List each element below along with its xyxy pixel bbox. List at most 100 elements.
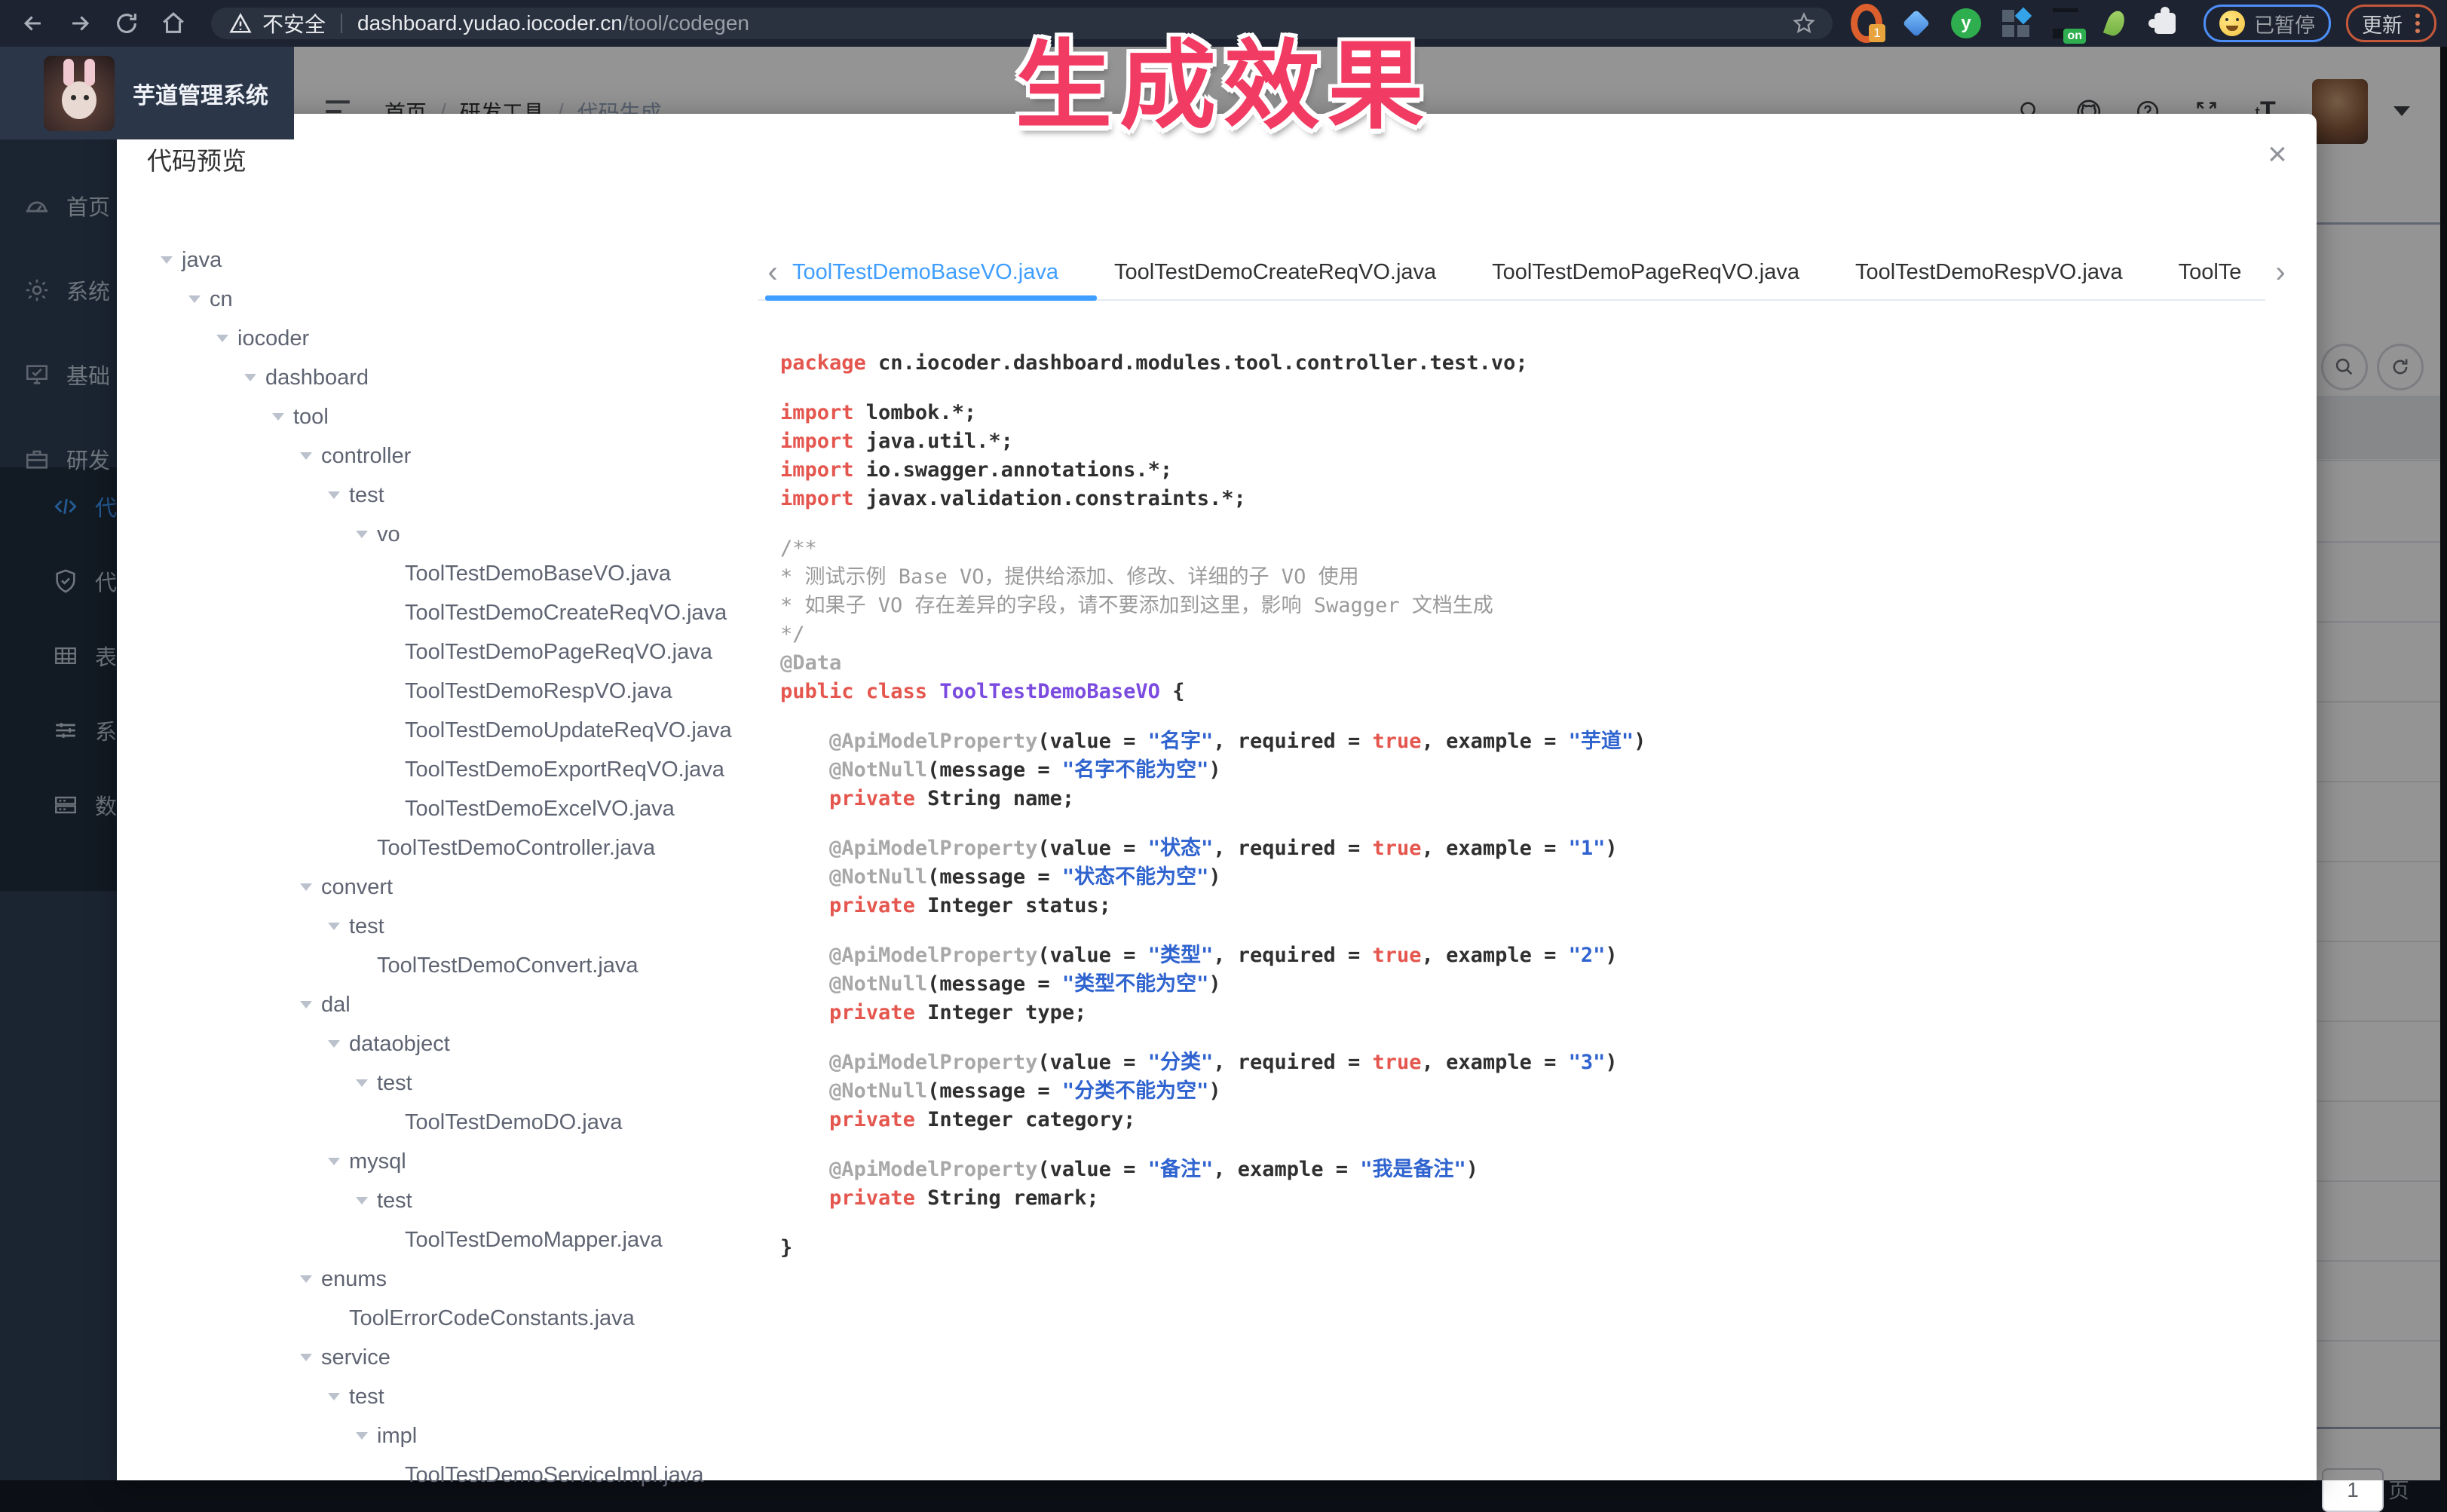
tree-node-label: test <box>349 483 384 508</box>
tree-expand-caret-icon[interactable] <box>328 1158 340 1165</box>
tree-expand-caret-icon[interactable] <box>300 1275 312 1283</box>
tree-expand-caret-icon[interactable] <box>244 374 256 381</box>
code-token <box>780 944 829 967</box>
code-line: @ApiModelProperty(value = "备注", example … <box>780 1155 2258 1184</box>
tree-folder[interactable]: vo <box>356 515 400 554</box>
window-edge-strip <box>2440 47 2447 1480</box>
tree-folder[interactable]: tool <box>272 397 329 436</box>
tree-folder[interactable]: mysql <box>328 1142 406 1181</box>
code-token: private <box>829 787 915 810</box>
tree-folder[interactable]: test <box>356 1181 412 1220</box>
tree-expand-caret-icon[interactable] <box>356 531 368 538</box>
tree-file[interactable]: ToolTestDemoPageReqVO.java <box>384 632 712 672</box>
tab-2[interactable]: ToolTestDemoCreateReqVO.java <box>1114 260 1436 285</box>
tree-expand-caret-icon[interactable] <box>272 413 284 421</box>
tree-folder[interactable]: cn <box>188 280 233 319</box>
tree-expand-caret-icon[interactable] <box>356 1079 368 1087</box>
tree-file[interactable]: ToolTestDemoMapper.java <box>384 1220 663 1259</box>
code-token: true <box>1373 837 1422 860</box>
chevron-right-icon[interactable]: › <box>2265 256 2295 289</box>
tree-folder[interactable]: convert <box>300 868 393 907</box>
code-blank-line <box>780 1213 2258 1234</box>
tree-file[interactable]: ToolTestDemoRespVO.java <box>384 672 672 711</box>
tree-expand-caret-icon[interactable] <box>328 1393 340 1400</box>
tab-4[interactable]: ToolTestDemoRespVO.java <box>1855 260 2123 285</box>
tree-folder[interactable]: service <box>300 1338 390 1377</box>
tree-expand-caret-icon[interactable] <box>300 883 312 891</box>
code-token: @ApiModelProperty <box>829 944 1037 967</box>
tree-folder[interactable]: java <box>161 240 222 280</box>
tree-folder[interactable]: impl <box>356 1416 417 1455</box>
tree-expand-caret-icon[interactable] <box>188 295 201 303</box>
tree-file[interactable]: ToolTestDemoServiceImpl.java <box>384 1455 703 1495</box>
tree-expand-caret-icon[interactable] <box>356 1197 368 1204</box>
tree-expand-caret-icon[interactable] <box>161 256 173 264</box>
code-token <box>780 758 829 782</box>
code-token: , required = <box>1213 944 1372 967</box>
tree-folder[interactable]: dataobject <box>328 1024 450 1064</box>
tree-node-label: ToolTestDemoExportReqVO.java <box>405 758 724 782</box>
tree-expand-caret-icon[interactable] <box>328 1040 340 1048</box>
tree-node-label: convert <box>321 875 393 900</box>
code-token: true <box>1373 944 1422 967</box>
tree-file[interactable]: ToolTestDemoDO.java <box>384 1103 623 1142</box>
code-line: @NotNull(message = "类型不能为空") <box>780 970 2258 999</box>
tree-expand-caret-icon[interactable] <box>216 335 228 342</box>
code-token: ) <box>1208 865 1220 889</box>
tree-node-label: cn <box>210 287 233 312</box>
tree-file[interactable]: ToolErrorCodeConstants.java <box>328 1299 635 1338</box>
tree-file[interactable]: ToolTestDemoCreateReqVO.java <box>384 593 727 632</box>
code-token <box>780 972 829 996</box>
code-token: (message = <box>927 865 1062 889</box>
code-line: * 如果子 VO 存在差异的字段，请不要添加到这里，影响 Swagger 文档生… <box>780 592 2258 620</box>
code-blank-line <box>780 706 2258 727</box>
tree-file[interactable]: ToolTestDemoExcelVO.java <box>384 789 675 828</box>
code-token: /** <box>780 537 817 560</box>
tree-expand-caret-icon[interactable] <box>328 491 340 499</box>
code-token: String name; <box>915 787 1074 810</box>
tree-expand-caret-icon[interactable] <box>328 923 340 930</box>
tree-folder[interactable]: dal <box>300 985 351 1024</box>
code-token <box>780 1001 829 1024</box>
tree-file[interactable]: ToolTestDemoUpdateReqVO.java <box>384 711 732 750</box>
tree-folder[interactable]: test <box>328 907 384 946</box>
code-token: @ApiModelProperty <box>829 1158 1037 1181</box>
tree-folder[interactable]: test <box>328 476 384 515</box>
tree-folder[interactable]: enums <box>300 1259 387 1299</box>
tree-folder[interactable]: iocoder <box>216 319 309 358</box>
tree-node-label: service <box>321 1345 390 1370</box>
code-line: private String remark; <box>780 1184 2258 1213</box>
tab-1[interactable]: ToolTestDemoBaseVO.java <box>792 260 1058 285</box>
chevron-left-icon[interactable]: ‹ <box>758 256 788 289</box>
code-line: @ApiModelProperty(value = "状态", required… <box>780 834 2258 863</box>
tree-expand-caret-icon[interactable] <box>300 1001 312 1009</box>
active-tab-underline <box>765 295 1097 301</box>
code-line: @ApiModelProperty(value = "分类", required… <box>780 1048 2258 1077</box>
tree-file[interactable]: ToolTestDemoController.java <box>356 828 655 868</box>
code-token: public class <box>780 680 927 703</box>
tab-3[interactable]: ToolTestDemoPageReqVO.java <box>1492 260 1799 285</box>
code-blank-line <box>780 920 2258 941</box>
tree-file[interactable]: ToolTestDemoConvert.java <box>356 946 639 985</box>
tree-expand-caret-icon[interactable] <box>300 452 312 460</box>
code-token: , required = <box>1213 1051 1372 1074</box>
tree-folder[interactable]: test <box>328 1377 384 1416</box>
code-token <box>780 1108 829 1131</box>
code-token: ) <box>1208 972 1220 996</box>
code-token: */ <box>780 623 805 646</box>
tree-node-label: enums <box>321 1267 387 1292</box>
tree-expand-caret-icon[interactable] <box>300 1354 312 1361</box>
code-viewer[interactable]: package cn.iocoder.dashboard.modules.too… <box>780 349 2258 1263</box>
tree-expand-caret-icon[interactable] <box>356 1432 368 1440</box>
tree-file[interactable]: ToolTestDemoExportReqVO.java <box>384 750 724 789</box>
code-line: import javax.validation.constraints.*; <box>780 485 2258 513</box>
tree-folder[interactable]: controller <box>300 436 411 476</box>
tree-folder[interactable]: dashboard <box>244 358 369 397</box>
tab-5[interactable]: ToolTe <box>2179 260 2242 285</box>
code-line: package cn.iocoder.dashboard.modules.too… <box>780 349 2258 378</box>
tree-folder[interactable]: test <box>356 1064 412 1103</box>
code-line: @ApiModelProperty(value = "类型", required… <box>780 941 2258 970</box>
tree-file[interactable]: ToolTestDemoBaseVO.java <box>384 554 671 593</box>
tree-node-label: dashboard <box>265 366 369 390</box>
code-token <box>927 680 939 703</box>
